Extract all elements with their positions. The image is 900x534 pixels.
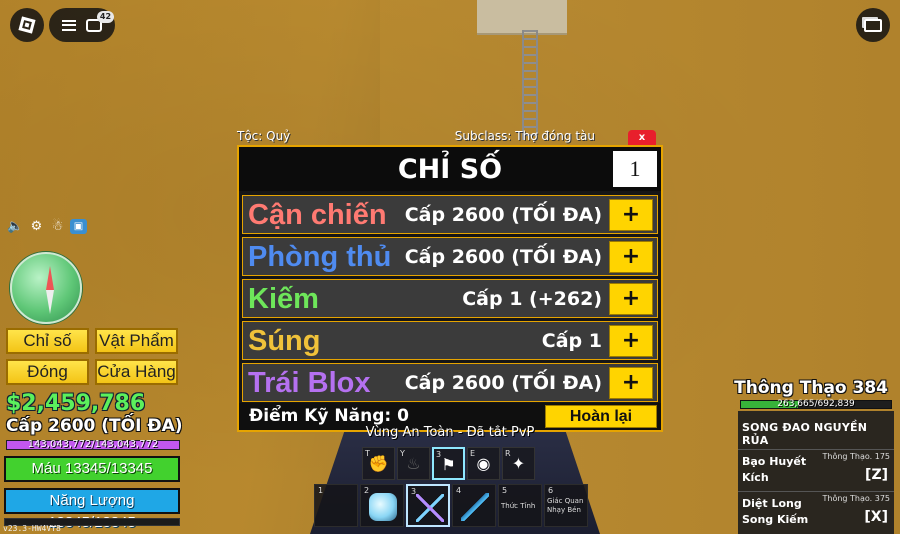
mastery-title: Thông Thạo 384 xyxy=(734,378,888,398)
stat-value: Cấp 1 xyxy=(541,330,602,352)
inventory-icon xyxy=(864,18,882,32)
ability-key[interactable]: E ◉ xyxy=(467,447,500,480)
mastery-bar: 263,665/692,839 xyxy=(740,399,892,409)
xp-text: 143,043,772/143,043,772 xyxy=(27,439,159,450)
gift-icon[interactable]: ▣ xyxy=(70,219,87,234)
fist-icon: ✊ xyxy=(368,454,389,473)
health-bar: Máu 13345/13345 xyxy=(4,456,180,482)
roblox-logo-icon xyxy=(18,16,36,34)
move-name: Bạo Huyết Kích xyxy=(742,455,807,484)
stat-name: Phòng thủ xyxy=(248,241,392,273)
hotbar-slot[interactable]: 1 xyxy=(314,484,358,527)
stat-value: Cấp 2600 (TỐI ĐA) xyxy=(404,204,602,226)
stats-button[interactable]: Chỉ số xyxy=(6,328,89,354)
slot-name: Giác Quan Nhạy Bén xyxy=(547,497,584,514)
hotbar-slot[interactable]: 6 Giác Quan Nhạy Bén xyxy=(544,484,588,527)
compass-icon[interactable] xyxy=(10,252,82,324)
stat-name: Súng xyxy=(248,325,321,357)
move-name: Diệt Long Song Kiếm xyxy=(742,497,809,526)
shop-button[interactable]: Cửa Hàng xyxy=(95,359,178,385)
stat-value: Cấp 2600 (TỐI ĐA) xyxy=(404,246,602,268)
dual-swords-icon xyxy=(416,494,444,522)
hotbar-slot-selected[interactable]: 3 xyxy=(406,484,450,527)
stat-name: Trái Blox xyxy=(248,367,371,399)
close-button[interactable]: Đóng xyxy=(6,359,89,385)
money-display: $2,459,786 xyxy=(6,391,146,416)
subclass-label: Subclass: Thợ đóng tàu xyxy=(454,129,595,143)
roblox-menu-button[interactable] xyxy=(10,8,44,42)
stat-name: Cận chiến xyxy=(248,199,387,231)
point-amount-input[interactable]: 1 xyxy=(613,151,657,187)
version-label: v23.3-HW4VY8 xyxy=(3,524,61,533)
ability-key[interactable]: T ✊ xyxy=(362,447,395,480)
race-label: Tộc: Quỷ xyxy=(237,129,291,143)
slot-number: 5 xyxy=(502,486,508,495)
gear-icon[interactable]: ⚙ xyxy=(28,219,45,234)
flame-icon: ♨ xyxy=(406,454,421,473)
move-requirement: Thông Thạo. 375 xyxy=(822,494,890,503)
hamburger-menu-icon[interactable] xyxy=(62,19,76,31)
move-entry[interactable]: Diệt Long Song Kiếm Thông Thạo. 375 [X] xyxy=(738,491,894,531)
xp-bar: 143,043,772/143,043,772 xyxy=(6,439,180,450)
weapon-name: SONG ĐAO NGUYỀN RỦA xyxy=(742,421,868,447)
zone-label: Vùng An Toàn - Đã tắt PvP xyxy=(365,425,535,440)
move-requirement: Thông Thạo. 175 xyxy=(822,452,890,461)
compass-needle-south xyxy=(46,290,54,314)
close-panel-button[interactable]: x xyxy=(628,130,656,145)
stat-row-blox-fruit: Trái Blox Cấp 2600 (TỐI ĐA) + xyxy=(242,363,658,402)
add-defense-button[interactable]: + xyxy=(609,241,653,273)
add-gun-button[interactable]: + xyxy=(609,325,653,357)
sword-item-icon xyxy=(461,493,489,521)
flag-icon: ⚑ xyxy=(441,455,456,474)
add-melee-button[interactable]: + xyxy=(609,199,653,231)
hotbar-slot[interactable]: 4 xyxy=(452,484,496,527)
stats-panel-labels: Tộc: Quỷ Subclass: Thợ đóng tàu xyxy=(237,129,661,145)
reset-stats-button[interactable]: Hoàn lại xyxy=(545,405,657,428)
chat-badge: 42 xyxy=(97,11,114,23)
ladder xyxy=(522,30,538,140)
ability-key-selected[interactable]: 3 ⚑ xyxy=(432,447,465,480)
add-sword-button[interactable]: + xyxy=(609,283,653,315)
stat-value: Cấp 1 (+262) xyxy=(462,288,602,310)
compass-needle-north xyxy=(46,266,54,290)
stat-row-gun: Súng Cấp 1 + xyxy=(242,321,658,360)
slot-number: 6 xyxy=(548,486,554,495)
fruit-item-icon xyxy=(369,493,397,521)
stats-title-text: CHỈ SỐ xyxy=(397,153,503,185)
move-entry[interactable]: Bạo Huyết Kích Thông Thạo. 175 [Z] xyxy=(738,449,894,489)
stat-name: Kiếm xyxy=(248,283,319,315)
backpack-button[interactable] xyxy=(856,8,890,42)
stat-row-defense: Phòng thủ Cấp 2600 (TỐI ĐA) + xyxy=(242,237,658,276)
items-button[interactable]: Vật Phẩm xyxy=(95,328,178,354)
stat-row-melee: Cận chiến Cấp 2600 (TỐI ĐA) + xyxy=(242,195,658,234)
settings-icon-row: 🔈 ⚙ ☃ ▣ xyxy=(7,219,87,234)
ability-keys: T ✊ Y ♨ 3 ⚑ E ◉ R ✦ xyxy=(362,447,535,480)
stats-title: CHỈ SỐ xyxy=(239,147,661,191)
move-key: [Z] xyxy=(865,467,888,483)
level-display: Cấp 2600 (TỐI ĐA) xyxy=(6,416,183,436)
mastery-text: 263,665/692,839 xyxy=(777,399,855,409)
item-hotbar: 1 2 3 4 5 Thức Tỉnh 6 Giác Quan Nhạy Bén xyxy=(314,484,588,527)
ability-key[interactable]: R ✦ xyxy=(502,447,535,480)
shirt-icon[interactable]: ☃ xyxy=(49,219,66,234)
stats-panel: CHỈ SỐ 1 Cận chiến Cấp 2600 (TỐI ĐA) + P… xyxy=(237,145,663,432)
hotbar-slot[interactable]: 2 xyxy=(360,484,404,527)
stat-row-sword: Kiếm Cấp 1 (+262) + xyxy=(242,279,658,318)
ability-key[interactable]: Y ♨ xyxy=(397,447,430,480)
hotbar-slot[interactable]: 5 Thức Tỉnh xyxy=(498,484,542,527)
energy-bar: Năng Lượng 13345/13345 xyxy=(4,488,180,531)
slot-name: Thức Tỉnh xyxy=(501,502,536,510)
weapon-moves-panel: SONG ĐAO NGUYỀN RỦA Bạo Huyết Kích Thông… xyxy=(738,411,894,534)
slot-number: 2 xyxy=(364,486,370,495)
eye-icon: ◉ xyxy=(476,454,491,473)
slot-number: 1 xyxy=(318,486,324,495)
move-key: [X] xyxy=(864,509,888,525)
wolf-icon: ✦ xyxy=(511,454,526,473)
stat-value: Cấp 2600 (TỐI ĐA) xyxy=(404,372,602,394)
speaker-icon[interactable]: 🔈 xyxy=(7,219,24,234)
add-blox-fruit-button[interactable]: + xyxy=(609,367,653,399)
